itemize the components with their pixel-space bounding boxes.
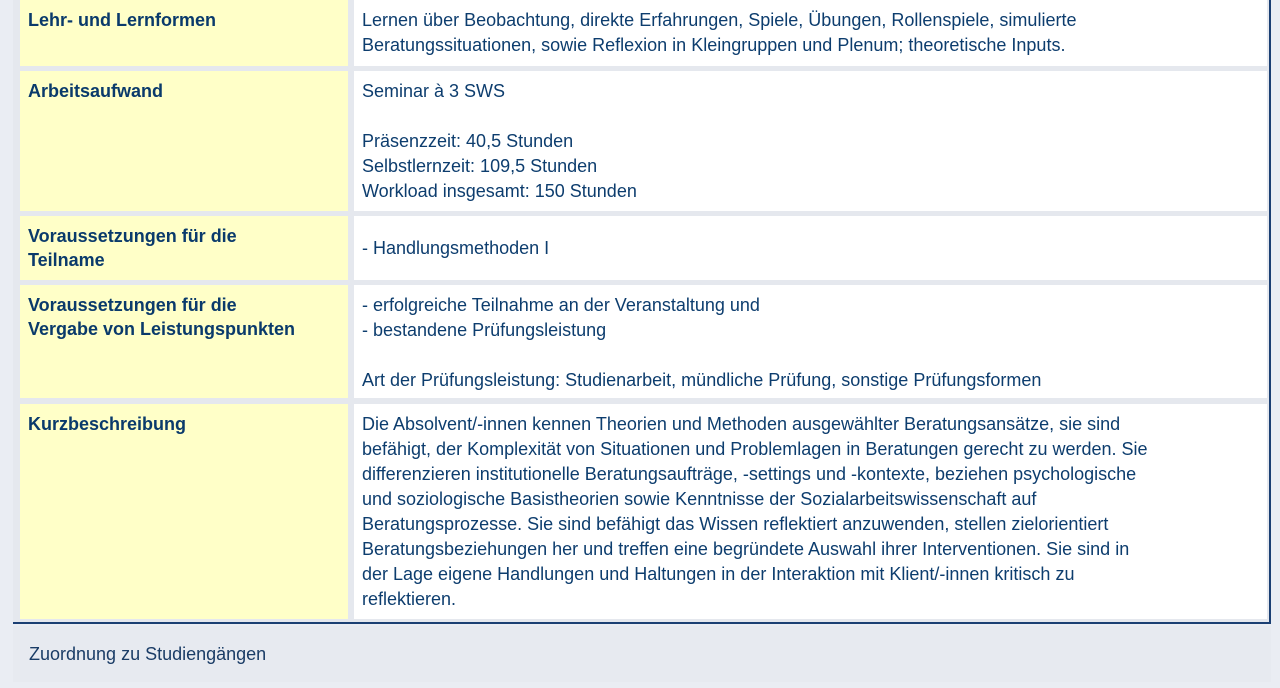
value-line: Beratungsbeziehungen her und treffen ein… xyxy=(362,539,1130,559)
row-value: Lernen über Beobachtung, direkte Erfahru… xyxy=(354,0,1267,66)
table-row-arbeitsaufwand: Arbeitsaufwand Seminar à 3 SWS Präsenzze… xyxy=(20,71,1267,211)
value-line: Die Absolvent/-innen kennen Theorien und… xyxy=(362,414,1121,434)
value-spacer xyxy=(362,343,1259,368)
row-label: Lehr- und Lernformen xyxy=(20,0,348,66)
row-label-text: Arbeitsaufwand xyxy=(28,81,164,101)
row-label-text: Teilname xyxy=(28,250,105,270)
value-line: Selbstlernzeit: 109,5 Stunden xyxy=(362,156,598,176)
row-label-text: Voraussetzungen für die xyxy=(28,226,237,246)
value-line: Beratungssituationen, sowie Reflexion in… xyxy=(362,35,1066,55)
study-programs-link[interactable]: Zuordnung zu Studiengängen xyxy=(29,644,266,665)
row-value: - Handlungsmethoden I xyxy=(354,216,1267,280)
value-line: Seminar à 3 SWS xyxy=(362,81,506,101)
row-label-text: Voraussetzungen für die xyxy=(28,295,237,315)
value-line: reflektieren. xyxy=(362,589,457,609)
row-value: - erfolgreiche Teilnahme an der Veransta… xyxy=(354,285,1267,398)
value-line: - erfolgreiche Teilnahme an der Veransta… xyxy=(362,295,760,315)
value-line: befähigt, der Komplexität von Situatione… xyxy=(362,439,1148,459)
row-label-text: Vergabe von Leistungspunkten xyxy=(28,319,296,339)
row-label: Arbeitsaufwand xyxy=(20,71,348,211)
module-description-panel: Lehr- und Lernformen Lernen über Beobach… xyxy=(13,0,1271,624)
value-line: Workload insgesamt: 150 Stunden xyxy=(362,181,637,201)
row-value: Die Absolvent/-innen kennen Theorien und… xyxy=(354,404,1267,619)
row-label: Voraussetzungen für die Vergabe von Leis… xyxy=(20,285,348,398)
table-row-lehr-lernformen: Lehr- und Lernformen Lernen über Beobach… xyxy=(20,0,1267,66)
value-line: - Handlungsmethoden I xyxy=(362,237,550,258)
table-row-kurzbeschreibung: Kurzbeschreibung Die Absolvent/-innen ke… xyxy=(20,404,1267,619)
row-value: Seminar à 3 SWS Präsenzzeit: 40,5 Stunde… xyxy=(354,71,1267,211)
value-spacer xyxy=(362,104,1259,129)
value-line: und soziologische Basistheorien sowie Ke… xyxy=(362,489,1037,509)
study-programs-section: Zuordnung zu Studiengängen xyxy=(13,626,1271,682)
row-label: Voraussetzungen für die Teilname xyxy=(20,216,348,280)
row-label: Kurzbeschreibung xyxy=(20,404,348,619)
value-line: - bestandene Prüfungsleistung xyxy=(362,320,607,340)
value-line: Art der Prüfungsleistung: Studienarbeit,… xyxy=(362,370,1042,390)
value-line: Lernen über Beobachtung, direkte Erfahru… xyxy=(362,10,1077,30)
value-line: Präsenzzeit: 40,5 Stunden xyxy=(362,131,574,151)
value-line: differenzieren institutionelle Beratungs… xyxy=(362,464,1137,484)
table-row-voraussetzungen-teilnahme: Voraussetzungen für die Teilname - Handl… xyxy=(20,216,1267,280)
page: Lehr- und Lernformen Lernen über Beobach… xyxy=(0,0,1280,688)
value-line: Beratungsprozesse. Sie sind befähigt das… xyxy=(362,514,1109,534)
value-line: der Lage eigene Handlungen und Haltungen… xyxy=(362,564,1075,584)
row-label-text: Kurzbeschreibung xyxy=(28,414,187,434)
row-label-text: Lehr- und Lernformen xyxy=(28,10,216,30)
table-row-voraussetzungen-leistungspunkte: Voraussetzungen für die Vergabe von Leis… xyxy=(20,285,1267,398)
